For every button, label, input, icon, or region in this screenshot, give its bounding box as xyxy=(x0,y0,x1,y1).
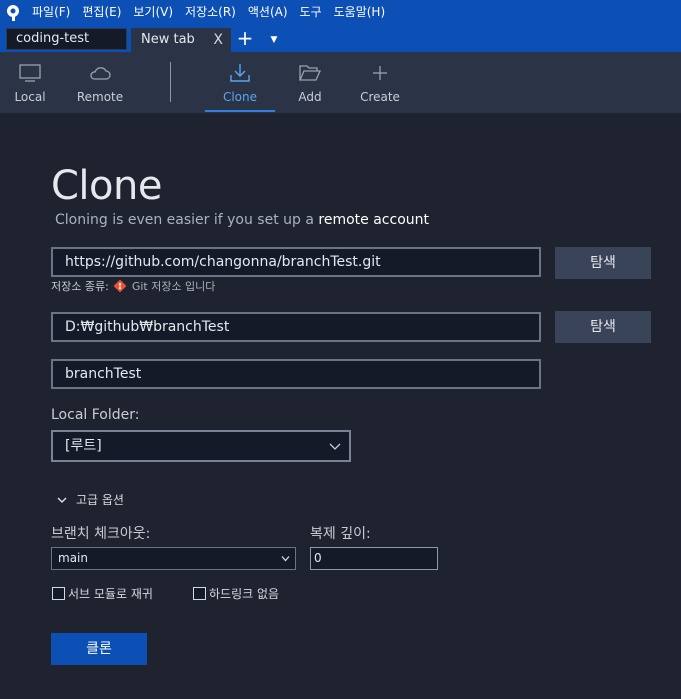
no-hardlinks-label: 하드링크 없음 xyxy=(209,587,280,601)
no-hardlinks-checkbox[interactable] xyxy=(193,587,206,600)
folder-open-icon xyxy=(299,65,321,81)
menu-bar: 파일(F) 편집(E) 보기(V) 저장소(R) 액션(A) 도구 도움말(H) xyxy=(0,0,681,25)
chevron-down-icon xyxy=(281,556,290,562)
advanced-options-toggle[interactable]: 고급 옵션 xyxy=(57,491,124,508)
menu-file[interactable]: 파일(F) xyxy=(26,0,76,25)
menu-help[interactable]: 도움말(H) xyxy=(328,0,392,25)
local-folder-value: [루트] xyxy=(65,438,102,454)
repo-type-value: Git 저장소 입니다 xyxy=(131,280,216,293)
branch-checkout-select[interactable]: main xyxy=(51,547,296,570)
menu-edit[interactable]: 편집(E) xyxy=(76,0,127,25)
recurse-submodules-label: 서브 모듈로 재귀 xyxy=(68,587,153,601)
local-folder-label: Local Folder: xyxy=(51,407,140,423)
repo-type-label: 저장소 종류: xyxy=(51,280,109,293)
branch-checkout-value: main xyxy=(58,551,88,565)
page-title: Clone xyxy=(51,163,162,209)
git-icon xyxy=(113,279,127,293)
browse-source-button[interactable]: 탐색 xyxy=(555,247,651,279)
recurse-submodules-checkbox[interactable] xyxy=(52,587,65,600)
menu-view[interactable]: 보기(V) xyxy=(127,0,179,25)
local-button[interactable]: Local xyxy=(4,52,56,113)
clone-depth-label: 복제 깊이: xyxy=(310,526,371,542)
create-label: Create xyxy=(360,90,400,104)
cloud-icon xyxy=(90,67,111,80)
remote-button[interactable]: Remote xyxy=(72,52,128,113)
toolbar-divider xyxy=(170,62,171,102)
chevron-down-icon xyxy=(329,443,341,450)
source-url-input[interactable]: https://github.com/changonna/branchTest.… xyxy=(51,247,541,277)
chevron-down-icon xyxy=(57,496,67,503)
subtitle-text: Cloning is even easier if you set up a xyxy=(55,212,319,228)
tab-coding-test[interactable]: coding-test xyxy=(6,28,127,50)
tab-bar: coding-test New tab X + ▼ xyxy=(0,25,681,52)
clone-tab-label: Clone xyxy=(222,90,258,104)
name-input[interactable]: branchTest xyxy=(51,359,541,389)
remote-account-link[interactable]: remote account xyxy=(318,212,429,228)
clone-depth-input[interactable]: 0 xyxy=(310,547,438,570)
menu-repository[interactable]: 저장소(R) xyxy=(179,0,242,25)
monitor-icon xyxy=(19,64,41,82)
local-folder-select[interactable]: [루트] xyxy=(51,430,351,462)
browse-destination-button[interactable]: 탐색 xyxy=(555,311,651,343)
add-button[interactable]: Add xyxy=(285,52,335,113)
close-icon[interactable]: X xyxy=(213,28,223,52)
local-label: Local xyxy=(14,90,46,104)
sourcetree-logo-icon xyxy=(0,0,26,25)
page-subtitle: Cloning is even easier if you set up a r… xyxy=(55,212,429,228)
add-label: Add xyxy=(298,90,322,104)
toolbar: Local Remote Clone Add Create xyxy=(0,52,681,113)
plus-icon[interactable]: + xyxy=(235,28,255,50)
branch-checkout-label: 브랜치 체크아웃: xyxy=(51,526,151,542)
menu-tools[interactable]: 도구 xyxy=(294,0,328,25)
tab-new-label: New tab xyxy=(141,32,195,47)
active-tab-indicator xyxy=(205,110,275,112)
remote-label: Remote xyxy=(76,90,124,104)
advanced-options-label: 고급 옵션 xyxy=(76,493,124,507)
plus-icon xyxy=(373,66,387,80)
repo-type-row: 저장소 종류: Git 저장소 입니다 xyxy=(51,278,215,294)
chevron-down-icon[interactable]: ▼ xyxy=(265,29,283,51)
clone-tab-button[interactable]: Clone xyxy=(205,52,275,113)
clone-button[interactable]: 클론 xyxy=(51,633,147,665)
tab-new[interactable]: New tab X xyxy=(131,28,231,52)
menu-actions[interactable]: 액션(A) xyxy=(242,0,294,25)
download-icon xyxy=(230,64,250,82)
create-button[interactable]: Create xyxy=(355,52,405,113)
destination-path-input[interactable]: D:₩github₩branchTest xyxy=(51,312,541,342)
